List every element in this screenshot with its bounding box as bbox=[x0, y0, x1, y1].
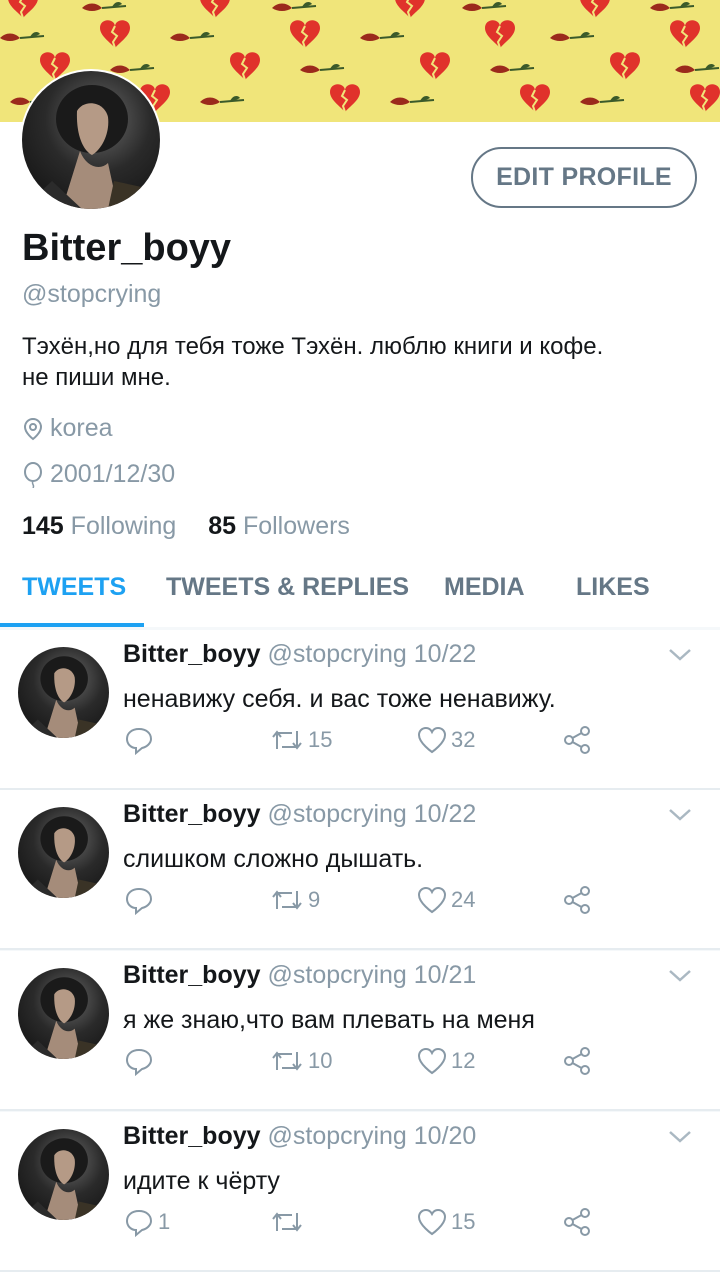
profile-handle: @stopcrying bbox=[22, 280, 162, 308]
retweet-icon bbox=[272, 730, 302, 750]
tweet-header: Bitter_boyy @stopcrying 10/22 bbox=[123, 640, 476, 669]
tab-likes[interactable]: LIKES bbox=[576, 573, 650, 602]
tweet-meta: @stopcrying 10/21 bbox=[267, 961, 477, 989]
retweet-button[interactable]: 9 bbox=[270, 885, 320, 915]
share-icon bbox=[564, 886, 590, 914]
profile-bio: Тэхён,но для тебя тоже Тэхён. люблю книг… bbox=[22, 331, 702, 393]
followers-link[interactable]: 85 Followers bbox=[208, 512, 350, 540]
like-count: 15 bbox=[451, 1209, 476, 1234]
reply-icon bbox=[125, 727, 153, 755]
bio-line-1: Тэхён,но для тебя тоже Тэхён. люблю книг… bbox=[22, 333, 604, 360]
retweet-button[interactable] bbox=[270, 1207, 308, 1237]
heart-icon bbox=[417, 1047, 447, 1075]
retweet-count: 10 bbox=[308, 1048, 333, 1073]
share-button[interactable] bbox=[562, 1207, 592, 1237]
tweet-author-name: Bitter_boyy bbox=[123, 800, 261, 828]
tweet-meta: @stopcrying 10/22 bbox=[267, 640, 477, 668]
reply-icon bbox=[125, 1048, 153, 1076]
tweet-avatar[interactable] bbox=[18, 807, 109, 898]
chevron-down-icon[interactable] bbox=[666, 804, 694, 824]
chevron-down-icon[interactable] bbox=[666, 965, 694, 985]
profile-stats: 145 Following 85 Followers bbox=[22, 512, 350, 541]
share-icon bbox=[564, 726, 590, 754]
birthday-text: 2001/12/30 bbox=[50, 460, 176, 488]
tweet-text: слишком сложно дышать. bbox=[123, 845, 424, 873]
tweet-meta: @stopcrying 10/22 bbox=[267, 800, 477, 828]
tweet-avatar[interactable] bbox=[18, 647, 109, 738]
heart-icon bbox=[417, 886, 447, 914]
tweet-meta: @stopcrying 10/20 bbox=[267, 1122, 477, 1150]
profile-avatar[interactable] bbox=[20, 69, 162, 211]
chevron-down-icon[interactable] bbox=[666, 644, 694, 664]
retweet-icon bbox=[272, 890, 302, 910]
reply-button[interactable] bbox=[124, 725, 158, 755]
like-button[interactable]: 15 bbox=[417, 1207, 475, 1237]
like-count: 32 bbox=[451, 727, 476, 752]
bottom-edge bbox=[0, 1272, 720, 1280]
like-button[interactable]: 24 bbox=[417, 885, 475, 915]
tab-tweets[interactable]: TWEETS bbox=[22, 573, 126, 602]
reply-icon bbox=[125, 887, 153, 915]
share-button[interactable] bbox=[562, 1046, 592, 1076]
edit-profile-button[interactable]: EDIT PROFILE bbox=[471, 147, 697, 208]
retweet-count: 9 bbox=[308, 887, 321, 912]
following-label: Following bbox=[70, 512, 177, 540]
following-count: 145 bbox=[22, 512, 64, 540]
tweet-text: ненавижу себя. и вас тоже ненавижу. bbox=[123, 685, 556, 713]
active-tab-indicator bbox=[0, 623, 144, 627]
like-button[interactable]: 32 bbox=[417, 725, 475, 755]
tweet-author-name: Bitter_boyy bbox=[123, 640, 261, 668]
heart-icon bbox=[417, 1208, 447, 1236]
tweet-text: я же знаю,что вам плевать на меня bbox=[123, 1006, 535, 1034]
profile-birthday: 2001/12/30 bbox=[22, 460, 175, 489]
like-count: 12 bbox=[451, 1048, 476, 1073]
share-button[interactable] bbox=[562, 725, 592, 755]
reply-button[interactable] bbox=[124, 885, 158, 915]
heart-icon bbox=[417, 726, 447, 754]
retweet-icon bbox=[272, 1212, 302, 1232]
tweet-text: идите к чёрту bbox=[123, 1167, 280, 1195]
tweet-author-name: Bitter_boyy bbox=[123, 1122, 261, 1150]
profile-tabs: TWEETS TWEETS & REPLIES MEDIA LIKES bbox=[0, 560, 720, 627]
reply-button[interactable] bbox=[124, 1046, 158, 1076]
tweet-header: Bitter_boyy @stopcrying 10/20 bbox=[123, 1122, 476, 1151]
tweet-header: Bitter_boyy @stopcrying 10/21 bbox=[123, 961, 476, 990]
tweet[interactable]: Bitter_boyy @stopcrying 10/21 я же знаю,… bbox=[0, 951, 720, 1111]
chevron-down-icon[interactable] bbox=[666, 1126, 694, 1146]
location-text: korea bbox=[50, 414, 113, 442]
share-button[interactable] bbox=[562, 885, 592, 915]
tweet-avatar[interactable] bbox=[18, 1129, 109, 1220]
following-link[interactable]: 145 Following bbox=[22, 512, 176, 540]
retweet-count: 15 bbox=[308, 727, 333, 752]
reply-icon bbox=[125, 1209, 153, 1237]
tab-media[interactable]: MEDIA bbox=[444, 573, 525, 602]
followers-label: Followers bbox=[242, 512, 350, 540]
tweet[interactable]: Bitter_boyy @stopcrying 10/20 идите к чё… bbox=[0, 1112, 720, 1272]
like-count: 24 bbox=[451, 887, 476, 912]
reply-button[interactable]: 1 bbox=[124, 1207, 170, 1237]
tweet-author-name: Bitter_boyy bbox=[123, 961, 261, 989]
share-icon bbox=[564, 1208, 590, 1236]
profile-name: Bitter_boyy bbox=[22, 227, 232, 269]
reply-count: 1 bbox=[158, 1209, 171, 1234]
retweet-icon bbox=[272, 1051, 302, 1071]
tweet[interactable]: Bitter_boyy @stopcrying 10/22 слишком сл… bbox=[0, 790, 720, 950]
profile-location: korea bbox=[22, 414, 113, 443]
retweet-button[interactable]: 15 bbox=[270, 725, 332, 755]
like-button[interactable]: 12 bbox=[417, 1046, 475, 1076]
tab-tweets-replies[interactable]: TWEETS & REPLIES bbox=[166, 573, 409, 602]
tweet[interactable]: Bitter_boyy @stopcrying 10/22 ненавижу с… bbox=[0, 630, 720, 790]
tweet-avatar[interactable] bbox=[18, 968, 109, 1059]
retweet-button[interactable]: 10 bbox=[270, 1046, 332, 1076]
tweet-header: Bitter_boyy @stopcrying 10/22 bbox=[123, 800, 476, 829]
share-icon bbox=[564, 1047, 590, 1075]
balloon-icon bbox=[24, 461, 42, 488]
followers-count: 85 bbox=[208, 512, 236, 540]
bio-line-2: не пиши мне. bbox=[22, 364, 171, 391]
location-pin-icon bbox=[23, 417, 43, 440]
